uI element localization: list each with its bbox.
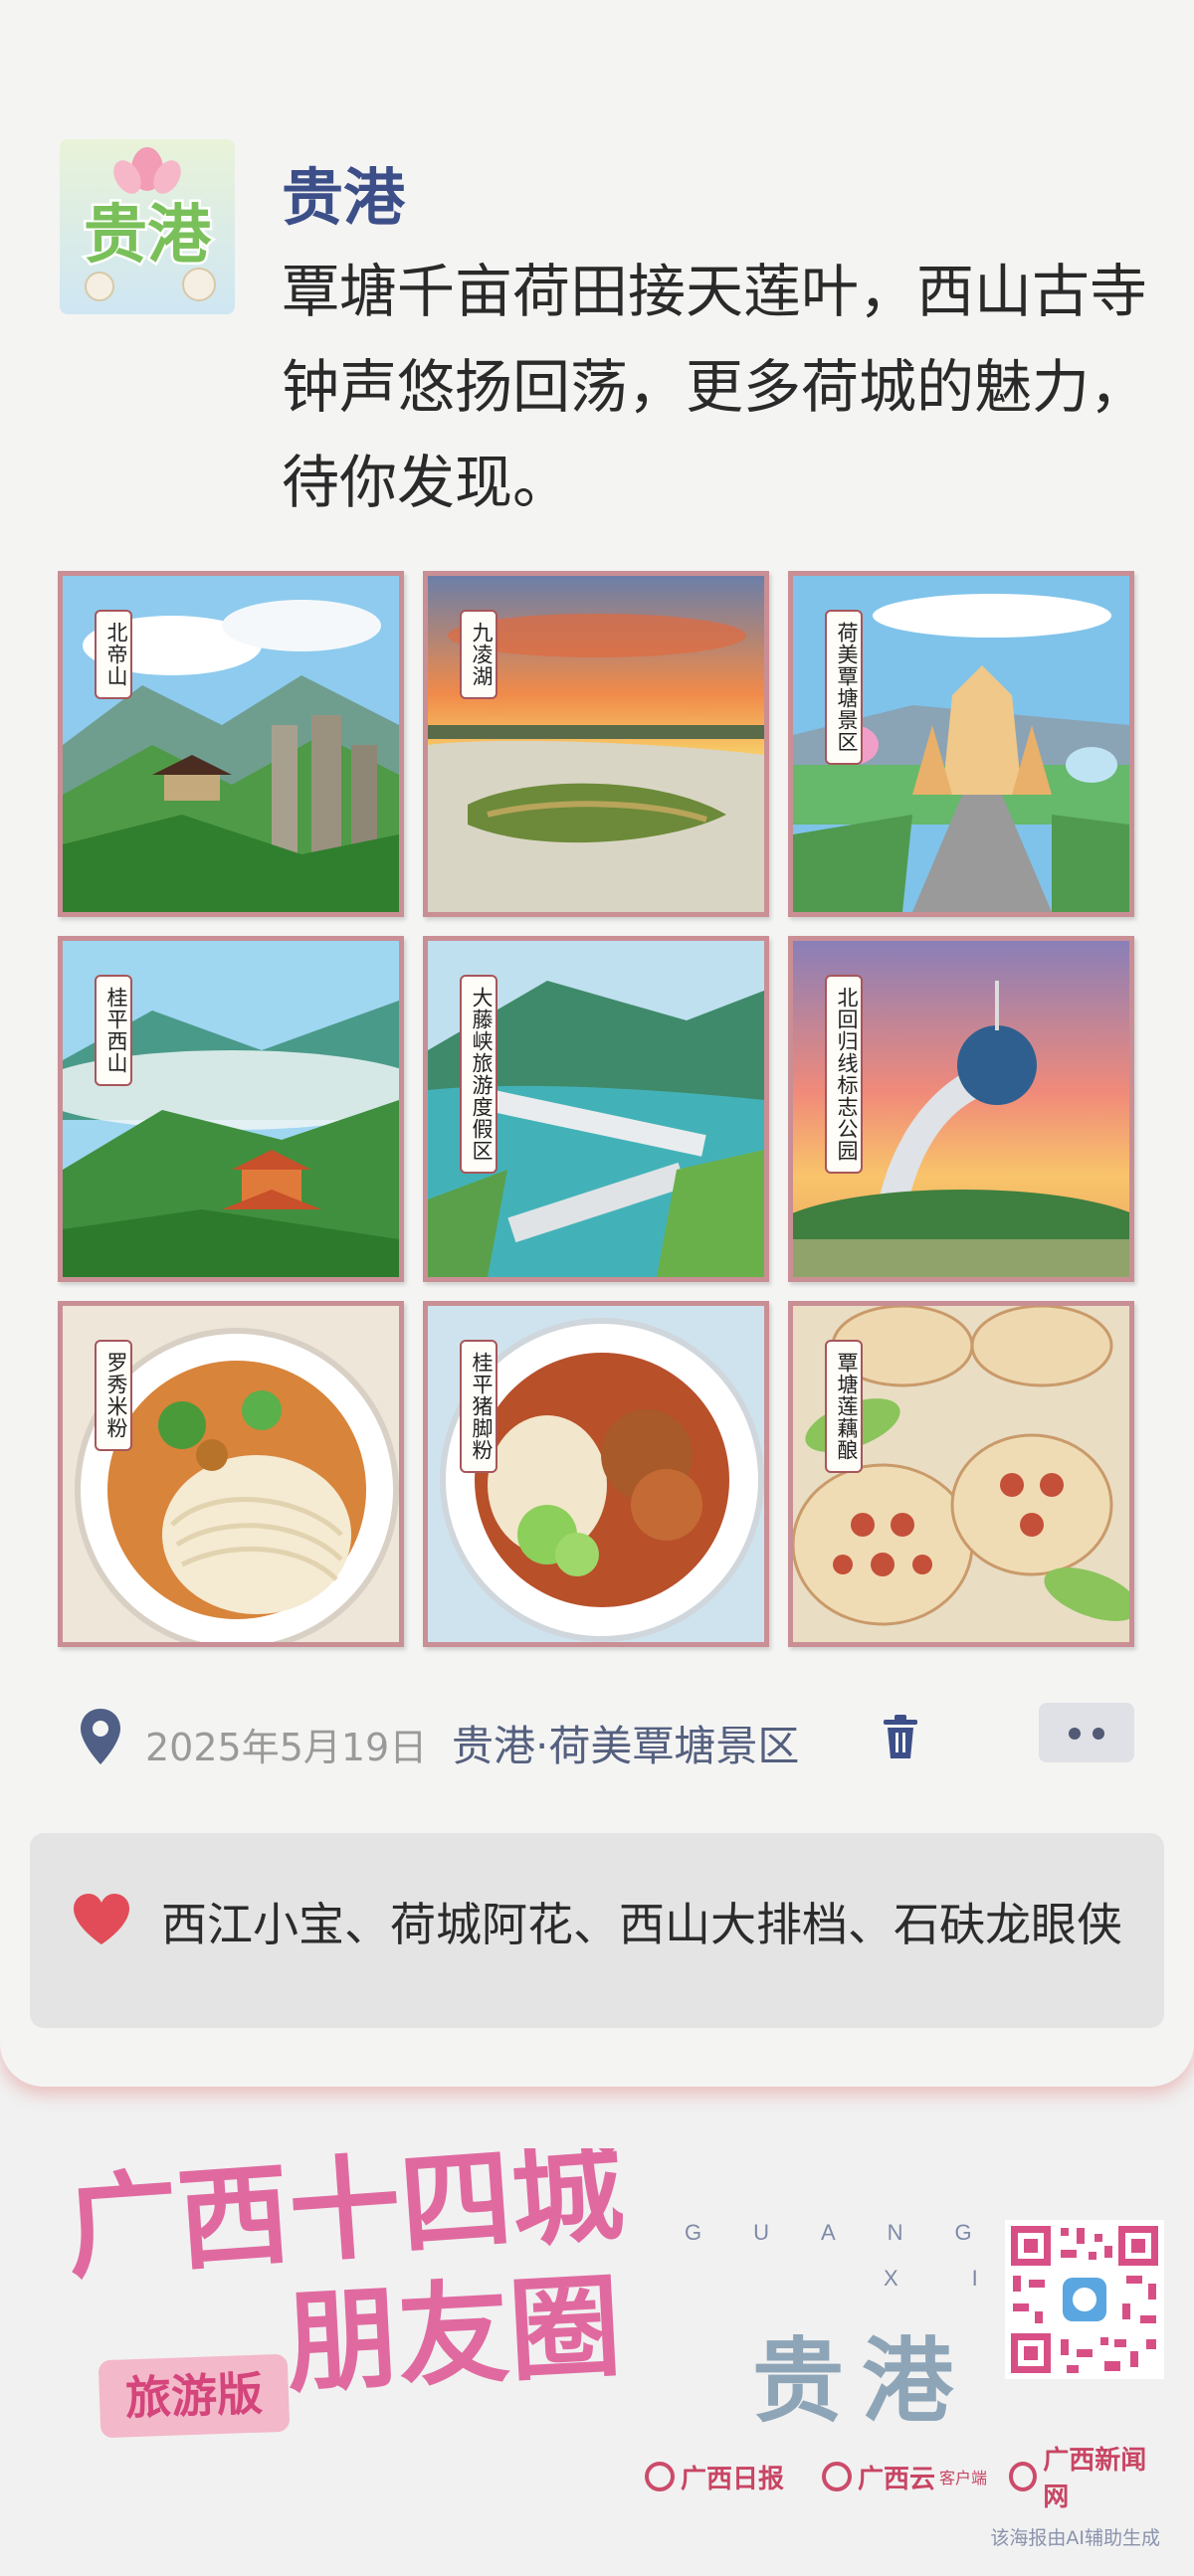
meta-row: 2025年5月19日 贵港·荷美覃塘景区 [78, 1703, 1134, 1773]
photo-tile[interactable]: 北回归线标志公园 [788, 936, 1134, 1282]
photo-label: 荷美覃塘景区 [825, 610, 863, 765]
publisher-name: 广西新闻网 [1043, 2446, 1147, 2512]
location-pin-icon [81, 1709, 120, 1764]
photo-label: 桂平西山 [95, 975, 132, 1086]
photo-label: 覃塘莲藕酿 [825, 1340, 863, 1473]
dot-icon [1069, 1728, 1081, 1740]
photo-tile[interactable]: 覃塘莲藕酿 [788, 1301, 1134, 1647]
logo-mark-icon [822, 2462, 852, 2491]
photo-label: 大藤峡旅游度假区 [460, 975, 498, 1174]
photo-label: 九凌湖 [460, 610, 498, 699]
delete-icon[interactable] [882, 1715, 919, 1760]
more-options-button[interactable] [1039, 1703, 1134, 1762]
photo-tile[interactable]: 北帝山 [58, 571, 404, 917]
photo-tile[interactable]: 桂平猪脚粉 [423, 1301, 769, 1647]
post-location[interactable]: 贵港·荷美覃塘景区 [452, 1713, 799, 1773]
guangxi-letters: GUANG [685, 2220, 1024, 2245]
ai-disclaimer: 该海报由AI辅助生成 [990, 2527, 1160, 2549]
publisher-logo: 广西云 客户端 [822, 2455, 987, 2498]
city-name: 贵港 [752, 2327, 972, 2435]
photo-label: 桂平猪脚粉 [460, 1340, 498, 1473]
publisher-logos: 广西日报 广西云 客户端 广西新闻网 [645, 2446, 1162, 2512]
photo-tile[interactable]: 九凌湖 [423, 571, 769, 917]
likes-panel: 西江小宝、荷城阿花、西山大排档、石砆龙眼侠 [30, 1833, 1164, 2028]
author-name[interactable]: 贵港 [282, 147, 405, 237]
dot-icon [1093, 1728, 1104, 1740]
series-badge: 旅游版 [98, 2353, 291, 2439]
post-text: 覃塘千亩荷田接天莲叶，西山古寺钟声悠扬回荡，更多荷城的魅力，待你发现。 [282, 258, 1148, 516]
photo-tile[interactable]: 大藤峡旅游度假区 [423, 936, 769, 1282]
qr-code[interactable] [1005, 2220, 1164, 2379]
photo-label: 罗秀米粉 [95, 1340, 132, 1451]
publisher-logo: 广西日报 [645, 2455, 784, 2498]
post-date: 2025年5月19日 [145, 1726, 428, 1769]
photo-label: 北回归线标志公园 [825, 975, 863, 1174]
avatar[interactable]: 贵港 [60, 139, 235, 314]
photo-tile[interactable]: 桂平西山 [58, 936, 404, 1282]
photo-tile[interactable]: 罗秀米粉 [58, 1301, 404, 1647]
avatar-text: 贵港 [84, 199, 212, 273]
logo-mark-icon [645, 2462, 675, 2491]
publisher-suffix: 客户端 [939, 2469, 988, 2487]
photo-tile[interactable]: 荷美覃塘景区 [788, 571, 1134, 917]
photo-grid: 北帝山 九凌湖 荷美覃塘景区 桂平西山 大藤峡旅游度假区 北回归线标志公园 罗秀… [58, 571, 1134, 1647]
moment-card: 贵港 贵港 覃塘千亩荷田接天莲叶，西山古寺钟声悠扬回荡，更多荷城的魅力，待你发现… [0, 0, 1194, 2087]
logo-mark-icon [1009, 2462, 1038, 2491]
photo-label: 北帝山 [95, 610, 132, 699]
likes-list[interactable]: 西江小宝、荷城阿花、西山大排档、石砆龙眼侠 [161, 1887, 1146, 1962]
series-title-line2: 朋友圈 [284, 2262, 624, 2409]
publisher-name: 广西云 [858, 2464, 936, 2494]
heart-icon [74, 1894, 129, 1944]
publisher-name: 广西日报 [681, 2464, 785, 2494]
publisher-logo: 广西新闻网 [1009, 2446, 1162, 2512]
avatar-image: 贵港 [60, 139, 235, 314]
